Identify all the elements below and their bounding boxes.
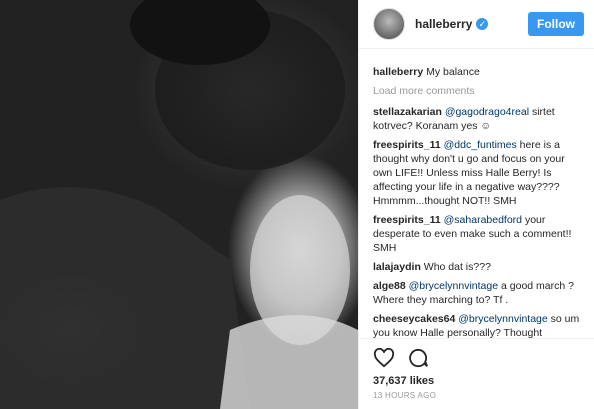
comment-mention[interactable]: @brycelynnvintage: [458, 313, 547, 325]
comment: freespirits_11 @ddc_funtimes here is a t…: [373, 138, 580, 208]
action-icons: [373, 345, 580, 371]
likes-count[interactable]: 37,637 likes: [373, 375, 580, 387]
comments-section: halleberry My balance Load more comments…: [359, 49, 594, 339]
post-sidebar: halleberry ✓ Follow halleberry My balanc…: [358, 0, 594, 409]
comment-username[interactable]: lalajaydin: [373, 261, 421, 273]
follow-button[interactable]: Follow: [528, 12, 584, 36]
comment-mention[interactable]: @ddc_funtimes: [444, 139, 517, 151]
comment: lalajaydin Who dat is???: [373, 260, 580, 274]
comment-mention[interactable]: @saharabedford: [444, 214, 522, 226]
comment: stellazakarian @gagodrago4real sirtet ko…: [373, 105, 580, 133]
timestamp[interactable]: 13 HOURS AGO: [373, 391, 580, 400]
comment-username[interactable]: cheeseycakes64: [373, 313, 455, 325]
comment: freespirits_11 @saharabedford your despe…: [373, 213, 580, 255]
heart-icon[interactable]: [373, 348, 395, 368]
comment-mention[interactable]: @brycelynnvintage: [409, 280, 498, 292]
post-header: halleberry ✓ Follow: [359, 0, 594, 49]
post-photo[interactable]: [0, 0, 358, 409]
comment-icon[interactable]: [407, 348, 429, 368]
comment-mention[interactable]: @gagodrago4real: [445, 106, 529, 118]
post-actions: 37,637 likes 13 HOURS AGO: [359, 338, 594, 400]
caption: halleberry My balance: [373, 65, 580, 79]
caption-username[interactable]: halleberry: [373, 66, 423, 78]
avatar[interactable]: [373, 8, 405, 40]
comment-username[interactable]: freespirits_11: [373, 214, 441, 226]
username[interactable]: halleberry: [415, 17, 472, 31]
comment-text: Who dat is???: [423, 261, 491, 273]
instagram-post: halleberry ✓ Follow halleberry My balanc…: [0, 0, 594, 409]
comment-username[interactable]: stellazakarian: [373, 106, 442, 118]
photo-silhouettes: [0, 0, 358, 409]
verified-badge-icon: ✓: [476, 18, 489, 30]
load-more-comments-link[interactable]: Load more comments: [373, 84, 580, 98]
comment-username[interactable]: alge88: [373, 280, 406, 292]
comment: alge88 @brycelynnvintage a good march ? …: [373, 279, 580, 307]
comment: cheeseycakes64 @brycelynnvintage so um y…: [373, 312, 580, 339]
caption-text: My balance: [426, 66, 480, 78]
comment-username[interactable]: freespirits_11: [373, 139, 441, 151]
